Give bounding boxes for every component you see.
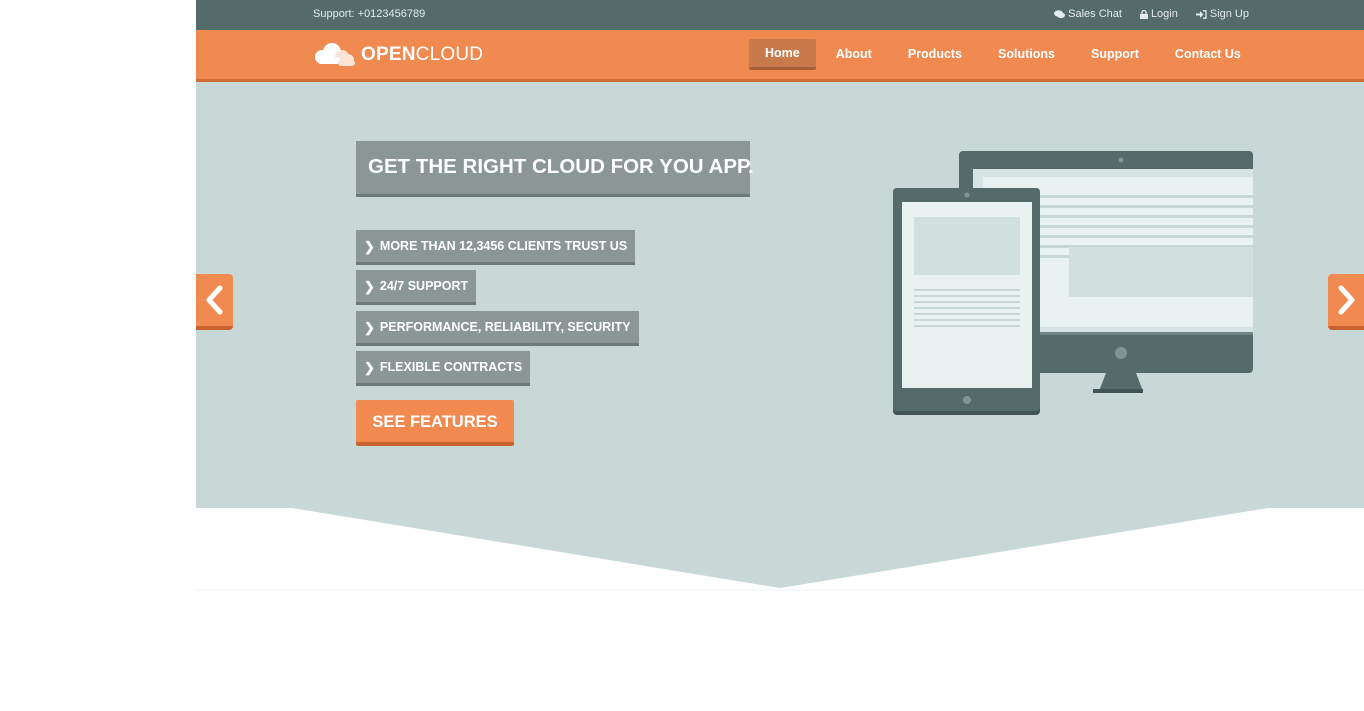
- top-bar: Support: +0123456789 Sales Chat Login Si…: [196, 0, 1364, 30]
- slider-next-button[interactable]: [1328, 274, 1364, 330]
- feature-label: FLEXIBLE CONTRACTS: [379, 360, 523, 374]
- feature-label: MORE THAN 12,3456 CLIENTS TRUST US: [379, 239, 628, 253]
- feature-contracts: ❯ FLEXIBLE CONTRACTS: [356, 351, 531, 383]
- nav-contact-us[interactable]: Contact Us: [1159, 39, 1257, 70]
- feature-label: 24/7 SUPPORT: [379, 279, 469, 293]
- lock-icon: [1139, 9, 1148, 19]
- sign-in-icon: [1195, 9, 1207, 19]
- login-link[interactable]: Login: [1139, 8, 1178, 20]
- nav-home[interactable]: Home: [749, 39, 816, 70]
- slider-prev-button[interactable]: [196, 274, 233, 330]
- main-menu: Home About Products Solutions Support Co…: [749, 39, 1257, 70]
- feature-performance: ❯ PERFORMANCE, RELIABILITY, SECURITY: [356, 311, 639, 343]
- chevron-left-icon: [206, 285, 222, 315]
- sign-up-link[interactable]: Sign Up: [1195, 8, 1249, 20]
- feature-label: PERFORMANCE, RELIABILITY, SECURITY: [379, 320, 631, 334]
- sign-up-label: Sign Up: [1209, 8, 1249, 20]
- hero-slider: GET THE RIGHT CLOUD FOR YOU APP. ❯ MORE …: [196, 82, 1364, 591]
- hero-headline: GET THE RIGHT CLOUD FOR YOU APP.: [356, 141, 754, 194]
- feature-clients: ❯ MORE THAN 12,3456 CLIENTS TRUST US: [356, 230, 636, 262]
- chevron-right-icon: [1338, 285, 1355, 315]
- logo-text-light: CLOUD: [415, 44, 484, 65]
- logo-wordmark: OPENCLOUD: [361, 44, 483, 66]
- cloud-icon: [315, 43, 355, 66]
- nav-support[interactable]: Support: [1075, 39, 1155, 70]
- chevron-right-icon: ❯: [364, 279, 375, 294]
- nav-about[interactable]: About: [820, 39, 888, 70]
- main-navbar: OPENCLOUD Home About Products Solutions …: [196, 30, 1364, 82]
- support-phone: Support: +0123456789: [313, 8, 426, 20]
- top-links: Sales Chat Login Sign Up: [1054, 8, 1249, 20]
- chat-icon: [1054, 9, 1066, 18]
- page: Support: +0123456789 Sales Chat Login Si…: [196, 0, 1364, 591]
- see-features-button[interactable]: SEE FEATURES: [356, 400, 514, 446]
- chevron-right-icon: ❯: [364, 320, 375, 335]
- sales-chat-label: Sales Chat: [1068, 8, 1122, 20]
- logo-text-bold: OPEN: [361, 44, 416, 65]
- devices-illustration: [893, 151, 1253, 415]
- tablet-illustration: [893, 188, 1040, 415]
- nav-solutions[interactable]: Solutions: [982, 39, 1071, 70]
- feature-support: ❯ 24/7 SUPPORT: [356, 270, 477, 302]
- site-logo[interactable]: OPENCLOUD: [312, 42, 483, 68]
- login-label: Login: [1150, 8, 1178, 20]
- nav-products[interactable]: Products: [892, 39, 978, 70]
- chevron-right-icon: ❯: [364, 360, 375, 375]
- chevron-right-icon: ❯: [364, 239, 375, 254]
- sales-chat-link[interactable]: Sales Chat: [1054, 8, 1122, 20]
